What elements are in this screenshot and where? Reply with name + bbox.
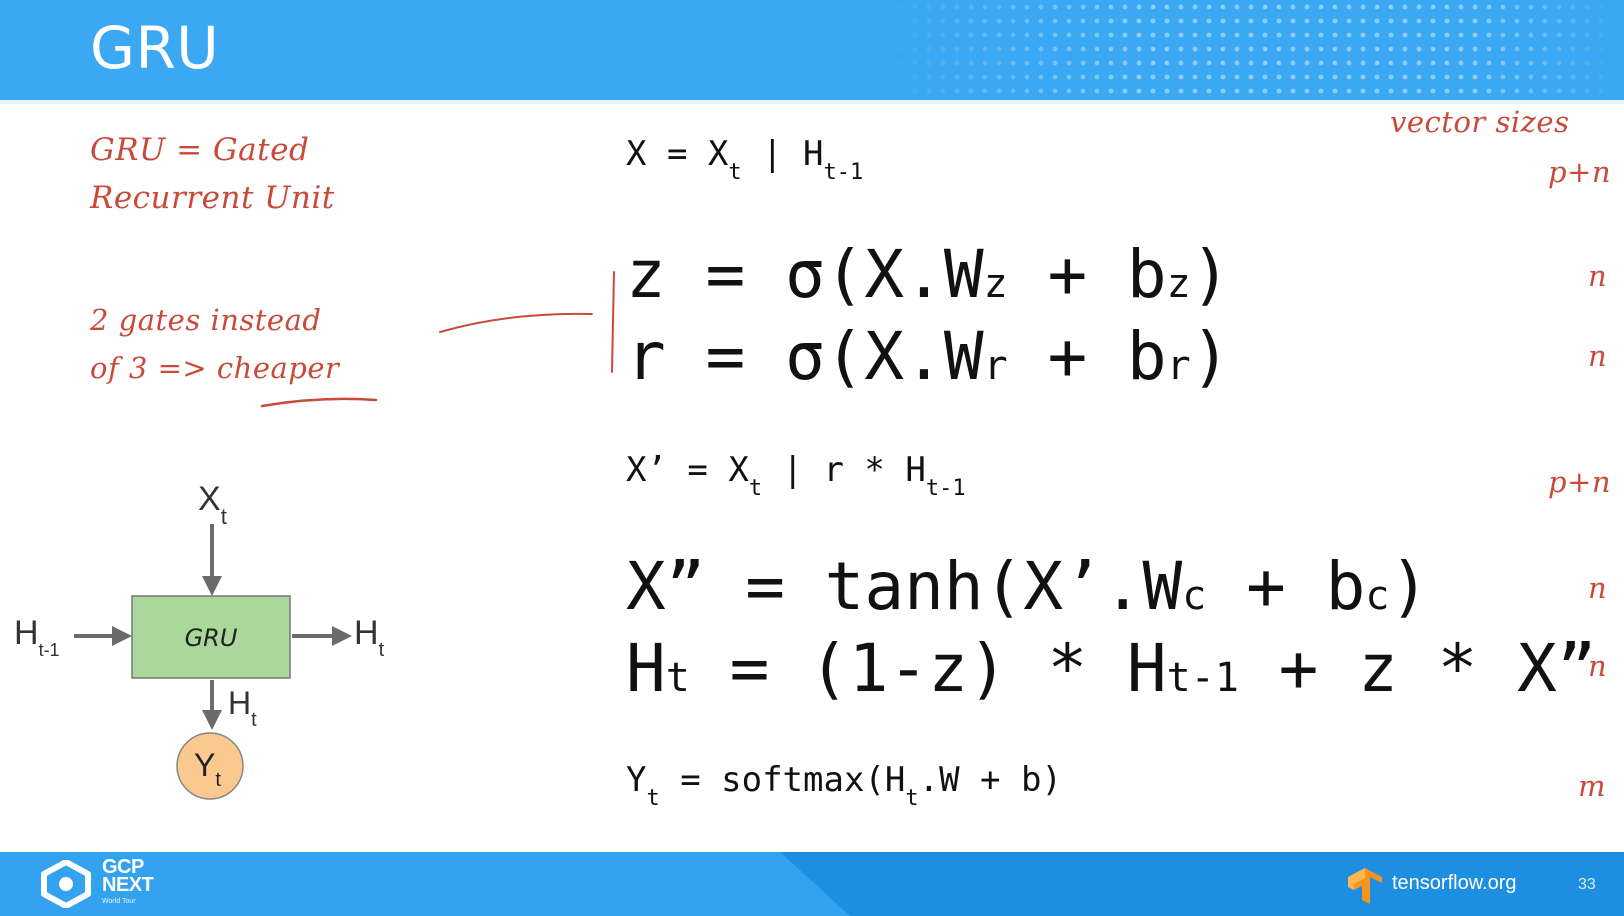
diagram-output-right: Ht [354,614,385,661]
size-eq3: n [1588,339,1608,373]
equation-y: Yt = softmax(Ht.W + b) [626,760,1062,811]
size-eq6: n [1588,649,1608,683]
cheaper-underline [260,397,378,408]
size-eq5: n [1588,571,1608,605]
diagram-output-bottom: Ht [228,685,257,731]
diagram-input-left: Ht-1 [14,614,60,660]
size-eq1: p+n [1548,155,1612,189]
pointer-line [439,312,593,333]
bracket-line [611,271,615,373]
equation-h: Ht = (1-z) * Ht-1 + z * X” [626,630,1597,707]
equation-z: z = σ(X.Wz + bz) [626,236,1231,313]
equation-x-double-prime: X” = tanh(X’.Wc + bc) [626,548,1430,625]
tensorflow-logo-icon [1348,868,1382,904]
gru-box-label: GRU [185,624,238,652]
gru-diagram: Xt Ht-1 GRU Ht Ht Yt [14,480,385,800]
equation-r: r = σ(X.Wr + br) [626,318,1231,395]
page-number: 33 [1578,876,1596,893]
size-eq4: p+n [1548,465,1612,499]
size-eq7: m [1578,769,1606,803]
size-eq2: n [1588,259,1608,293]
slide-footer: GCP NEXT World Tour tensorflow.org 33 [0,852,1624,916]
gcp-logo-icon [41,860,91,908]
tensorflow-site: tensorflow.org [1392,872,1517,894]
equation-x: X = Xt | Ht-1 [626,134,864,185]
equation-x-prime: X’ = Xt | r * Ht-1 [626,450,966,501]
gcp-world-tour: World Tour [102,898,136,905]
gcp-next-logo-text: GCP NEXT [102,856,154,896]
diagram-input-top: Xt [198,480,227,529]
